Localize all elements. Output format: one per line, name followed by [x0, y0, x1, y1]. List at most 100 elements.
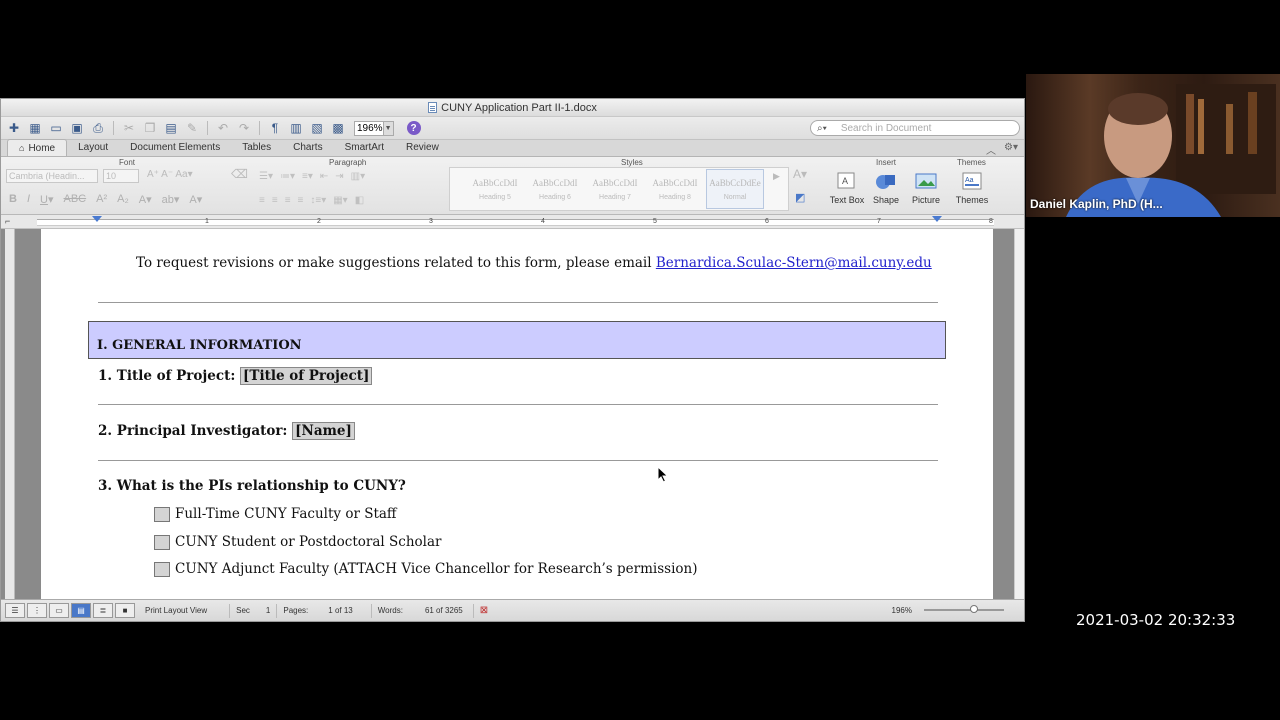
status-bar: ☰ ⋮ ▭ ▤ ≣ ■ Print Layout View Sec 1 Page…	[1, 599, 1024, 621]
group-label-font: Font	[119, 158, 136, 167]
title-of-project-field[interactable]: [Title of Project]	[240, 367, 373, 385]
zoom-slider-knob[interactable]	[970, 605, 978, 613]
tab-stop-icon[interactable]: ⌐	[5, 216, 10, 226]
option-full-time[interactable]: Full-Time CUNY Faculty or Staff	[154, 506, 397, 522]
document-area[interactable]: To request revisions or make suggestions…	[1, 229, 1015, 601]
style-heading-5[interactable]: AaBbCcDdI Heading 5	[466, 169, 524, 209]
collapse-ribbon-icon[interactable]: ︿	[986, 142, 996, 157]
section-label: Sec	[236, 606, 250, 615]
option-student[interactable]: CUNY Student or Postdoctoral Scholar	[154, 534, 441, 550]
tab-tables[interactable]: Tables	[231, 139, 282, 156]
decrease-indent-icon[interactable]: ⇤	[320, 171, 328, 182]
svg-text:A: A	[842, 176, 848, 186]
text-effects-icon[interactable]: A▾	[189, 193, 202, 206]
tab-review[interactable]: Review	[395, 139, 450, 156]
increase-indent-icon[interactable]: ⇥	[335, 171, 343, 182]
tab-layout[interactable]: Layout	[67, 139, 119, 156]
shape-button[interactable]: Shape	[866, 171, 906, 205]
line-spacing-icon[interactable]: ↕≡▾	[310, 195, 326, 206]
style-heading-6[interactable]: AaBbCcDdI Heading 6	[526, 169, 584, 209]
print-icon[interactable]: ⎙	[89, 120, 107, 136]
manage-styles-icon[interactable]: ◩	[795, 191, 805, 204]
shading-icon[interactable]: ◧	[355, 195, 364, 206]
new-document-icon[interactable]: ✚	[5, 120, 23, 136]
help-icon[interactable]: ?	[406, 121, 421, 135]
styles-pane-icon[interactable]: A▾	[793, 167, 807, 181]
open-folder-icon[interactable]: ▭	[47, 120, 65, 136]
bullets-icon[interactable]: ☰▾	[259, 171, 273, 182]
save-icon[interactable]: ▣	[68, 120, 86, 136]
templates-icon[interactable]: ▦	[26, 120, 44, 136]
email-link[interactable]: Bernardica.Sculac-Stern@mail.cuny.edu	[656, 255, 932, 271]
spelling-check-icon[interactable]: ⊠	[480, 605, 488, 616]
text-box-button[interactable]: A Text Box	[827, 171, 867, 205]
toolbar-divider	[207, 121, 208, 135]
font-color-icon[interactable]: A▾	[139, 193, 152, 206]
zoom-slider[interactable]	[924, 605, 1004, 613]
numbering-icon[interactable]: ≔▾	[280, 171, 295, 182]
publishing-view-icon[interactable]: ▭	[49, 603, 69, 618]
pages-value: 1 of 13	[328, 606, 353, 615]
toolbox-icon[interactable]: ▩	[329, 120, 347, 136]
justify-icon[interactable]: ≡	[298, 195, 304, 206]
horizontal-ruler[interactable]: ⌐ 1 2 3 4 5 6 7 8	[1, 215, 1024, 229]
align-right-icon[interactable]: ≡	[285, 195, 291, 206]
subscript-icon[interactable]: A₂	[117, 193, 129, 206]
picture-button[interactable]: Picture	[906, 171, 946, 205]
pilcrow-icon[interactable]: ¶	[266, 120, 284, 136]
clear-formatting-icon[interactable]: ⌫	[231, 167, 248, 181]
tab-document-elements[interactable]: Document Elements	[119, 139, 231, 156]
themes-button[interactable]: Aa Themes	[952, 171, 992, 205]
font-name-select[interactable]: Cambria (Headin...	[6, 169, 98, 183]
cut-icon[interactable]: ✂	[120, 120, 138, 136]
indent-marker[interactable]	[92, 216, 102, 222]
tab-home[interactable]: ⌂ Home	[7, 139, 68, 156]
search-input[interactable]: ⌕▾ Search in Document	[810, 120, 1020, 136]
align-left-icon[interactable]: ≡	[259, 195, 265, 206]
tab-smartart[interactable]: SmartArt	[334, 139, 395, 156]
format-painter-icon[interactable]: ✎	[183, 120, 201, 136]
sidebar-toggle-icon[interactable]: ▥	[287, 120, 305, 136]
tab-charts[interactable]: Charts	[282, 139, 333, 156]
style-heading-7[interactable]: AaBbCcDdI Heading 7	[586, 169, 644, 209]
highlight-icon[interactable]: ab▾	[162, 193, 180, 206]
focus-view-icon[interactable]: ■	[115, 603, 135, 618]
superscript-icon[interactable]: A²	[96, 193, 107, 206]
undo-icon[interactable]: ↶	[214, 120, 232, 136]
styles-next-icon[interactable]: ▶	[773, 171, 780, 182]
pi-name-field[interactable]: [Name]	[292, 422, 355, 440]
document-page[interactable]: To request revisions or make suggestions…	[41, 229, 993, 601]
draft-view-icon[interactable]: ☰	[5, 603, 25, 618]
borders-icon[interactable]: ▦▾	[333, 195, 347, 206]
print-layout-view-icon[interactable]: ▤	[71, 603, 91, 618]
style-heading-8[interactable]: AaBbCcDdI Heading 8	[646, 169, 704, 209]
vertical-scrollbar[interactable]	[1014, 229, 1024, 601]
font-size-select[interactable]: 10	[103, 169, 139, 183]
option-adjunct[interactable]: CUNY Adjunct Faculty (ATTACH Vice Chance…	[154, 561, 698, 577]
bold-icon[interactable]: B	[9, 193, 17, 206]
strikethrough-icon[interactable]: ABC	[64, 193, 87, 206]
align-center-icon[interactable]: ≡	[272, 195, 278, 206]
notebook-view-icon[interactable]: ≣	[93, 603, 113, 618]
columns-icon[interactable]: ▥▾	[351, 171, 365, 182]
checkbox[interactable]	[154, 506, 170, 522]
italic-icon[interactable]: I	[27, 193, 30, 206]
search-placeholder: Search in Document	[840, 122, 932, 134]
zoom-select[interactable]: 196% ▼	[354, 120, 394, 136]
ribbon-controls: ︿ ⚙▾	[986, 142, 1018, 157]
multilevel-icon[interactable]: ≡▾	[302, 171, 313, 182]
style-normal[interactable]: AaBbCcDdEe Normal	[706, 169, 764, 209]
group-label-styles: Styles	[621, 158, 643, 167]
document-icon	[428, 102, 438, 113]
media-browser-icon[interactable]: ▧	[308, 120, 326, 136]
checkbox[interactable]	[154, 534, 170, 550]
redo-icon[interactable]: ↷	[235, 120, 253, 136]
outline-view-icon[interactable]: ⋮	[27, 603, 47, 618]
copy-icon[interactable]: ❐	[141, 120, 159, 136]
paste-icon[interactable]: ▤	[162, 120, 180, 136]
font-grow-shrink-icon[interactable]: A⁺ A⁻ Aa▾	[147, 169, 193, 180]
ribbon-settings-icon[interactable]: ⚙▾	[1004, 142, 1018, 157]
checkbox[interactable]	[154, 561, 170, 577]
right-indent-marker[interactable]	[932, 216, 942, 222]
underline-icon[interactable]: U▾	[40, 193, 53, 206]
